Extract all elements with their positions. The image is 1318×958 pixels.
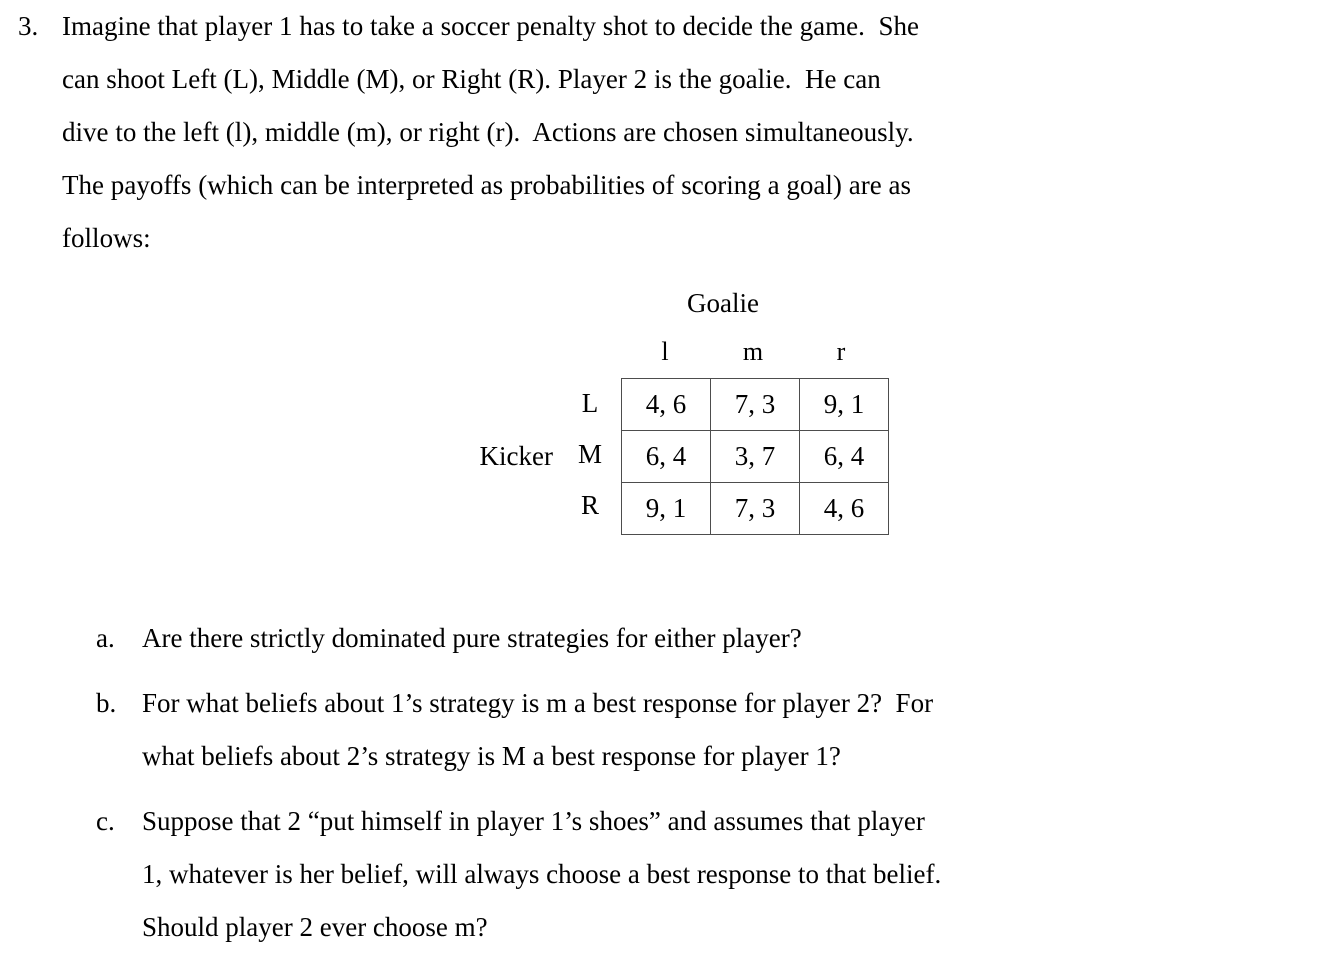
subquestion-b: b. For what beliefs about 1’s strategy i… — [0, 677, 1318, 783]
column-player-label: Goalie — [687, 288, 759, 318]
subquestion-text: Suppose that 2 “put himself in player 1’… — [142, 795, 1318, 954]
problem-line: Imagine that player 1 has to take a socc… — [62, 11, 920, 41]
payoff-matrix-container: Goalie Kicker L M R l m r 4, 6 7, 3 9, 1… — [429, 288, 889, 535]
column-header-l: l — [661, 337, 669, 366]
payoff-cell-M-r: 6, 4 — [799, 430, 889, 483]
table-row: 6, 4 3, 7 6, 4 — [621, 430, 889, 483]
subquestion-line: Should player 2 ever choose m? — [142, 912, 488, 942]
subquestion-list: a. Are there strictly dominated pure str… — [0, 612, 1318, 954]
payoff-table: 4, 6 7, 3 9, 1 6, 4 3, 7 6, 4 9, 1 7, 3 … — [621, 378, 889, 535]
payoff-cell-R-r: 4, 6 — [799, 482, 889, 535]
subquestion-a: a. Are there strictly dominated pure str… — [0, 612, 1318, 665]
subquestion-text: Are there strictly dominated pure strate… — [142, 612, 1318, 665]
payoff-cell-M-l: 6, 4 — [621, 430, 711, 483]
subquestion-line: what beliefs about 2’s strategy is M a b… — [142, 741, 841, 771]
row-header-r: R — [580, 490, 599, 520]
problem-line: follows: — [62, 223, 151, 253]
payoff-cell-R-l: 9, 1 — [621, 482, 711, 535]
row-player-label: Kicker — [479, 441, 553, 471]
payoff-cell-L-r: 9, 1 — [799, 378, 889, 431]
problem-row: 3. Imagine that player 1 has to take a s… — [0, 0, 1318, 265]
subquestion-marker: b. — [96, 688, 117, 718]
payoff-cell-R-m: 7, 3 — [710, 482, 800, 535]
table-row: 9, 1 7, 3 4, 6 — [621, 482, 889, 535]
subquestion-text: For what beliefs about 1’s strategy is m… — [142, 677, 1318, 783]
problem-statement: 3. Imagine that player 1 has to take a s… — [0, 0, 1318, 265]
payoff-matrix-figure: Goalie Kicker L M R l m r 4, 6 7, 3 9, 1… — [0, 288, 1318, 535]
subquestion-marker: a. — [96, 623, 115, 653]
column-headers-row: l m r — [621, 334, 889, 378]
problem-number: 3. — [18, 11, 39, 41]
payoff-cell-L-l: 4, 6 — [621, 378, 711, 431]
subquestion-marker: c. — [96, 806, 115, 836]
subquestion-c: c. Suppose that 2 “put himself in player… — [0, 795, 1318, 954]
column-header-r: r — [836, 337, 846, 366]
payoff-cell-L-m: 7, 3 — [710, 378, 800, 431]
column-header-m: m — [742, 337, 764, 366]
row-header-l: L — [581, 388, 599, 418]
problem-line: The payoffs (which can be interpreted as… — [62, 170, 912, 200]
table-row: 4, 6 7, 3 9, 1 — [621, 378, 889, 431]
subquestion-line: Suppose that 2 “put himself in player 1’… — [142, 806, 925, 836]
row-header-spacer — [569, 334, 621, 378]
subquestion-line: Are there strictly dominated pure strate… — [142, 623, 802, 653]
payoff-matrix-grid: Kicker L M R l m r 4, 6 7, 3 9, 1 6, 4 3… — [429, 334, 889, 535]
row-headers-column: L M R — [569, 334, 621, 535]
subquestion-line: For what beliefs about 1’s strategy is m… — [142, 688, 934, 718]
problem-text: Imagine that player 1 has to take a socc… — [62, 0, 1318, 265]
problem-line: dive to the left (l), middle (m), or rig… — [62, 117, 914, 147]
payoff-cell-M-m: 3, 7 — [710, 430, 800, 483]
row-header-m: M — [577, 439, 602, 469]
problem-line: can shoot Left (L), Middle (M), or Right… — [62, 64, 881, 94]
payoff-table-wrapper: l m r 4, 6 7, 3 9, 1 6, 4 3, 7 6, 4 9, 1… — [621, 334, 889, 535]
document-page: 3. Imagine that player 1 has to take a s… — [0, 0, 1318, 958]
subquestion-line: 1, whatever is her belief, will always c… — [142, 859, 942, 889]
